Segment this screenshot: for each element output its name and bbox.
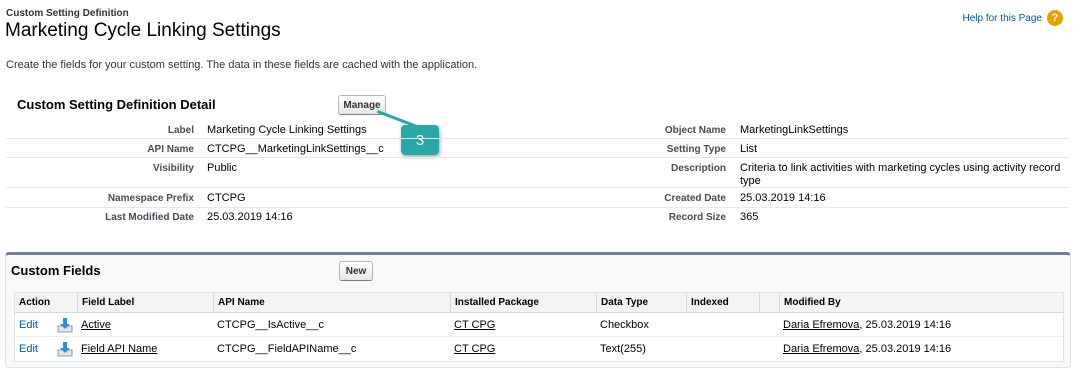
modified-by-cell: Daria Efremova, 25.03.2019 14:16	[779, 337, 951, 361]
new-field-button[interactable]: New	[339, 261, 373, 281]
column-header-modified-by: Modified By	[779, 293, 1063, 313]
detail-label: API Name	[147, 144, 194, 155]
modified-by-user-link[interactable]: Daria Efremova	[783, 343, 859, 355]
package-cell: CT CPG	[450, 337, 495, 361]
custom-fields-section: Custom Fields New Action Field Label API…	[5, 252, 1071, 368]
field-label-link[interactable]: Active	[81, 319, 111, 331]
field-label-cell: Field API Name	[77, 337, 157, 361]
column-header-field-label: Field Label	[77, 293, 213, 313]
column-header-indexed: Indexed	[686, 293, 759, 313]
data-type-cell: Checkbox	[600, 319, 649, 331]
edit-link[interactable]: Edit	[19, 319, 38, 331]
breadcrumb: Custom Setting Definition	[6, 8, 129, 19]
column-header-installed-package: Installed Package	[450, 293, 596, 313]
indexed-cell	[686, 313, 690, 337]
data-type-cell: Text(255)	[600, 343, 646, 355]
detail-row: API Name CTCPG__MarketingLinkSettings__c…	[6, 139, 1069, 158]
help-link-container[interactable]: Help for this Page ?	[963, 10, 1063, 26]
detail-value: CTCPG	[207, 192, 246, 204]
modified-date: , 25.03.2019 14:16	[859, 319, 952, 331]
detail-row: Visibility Public Description Criteria t…	[6, 158, 1069, 188]
action-cell: Edit	[15, 337, 38, 361]
detail-label: Object Name	[664, 125, 726, 136]
detail-value: Marketing Cycle Linking Settings	[207, 124, 367, 136]
detail-value: 25.03.2019 14:16	[740, 192, 826, 204]
detail-label: Last Modified Date	[105, 212, 194, 223]
edit-link[interactable]: Edit	[19, 343, 38, 355]
custom-fields-title: Custom Fields	[11, 263, 101, 278]
detail-value: MarketingLinkSettings	[740, 124, 849, 136]
package-link[interactable]: CT CPG	[454, 343, 495, 355]
detail-label: Setting Type	[666, 144, 726, 155]
detail-label: Visibility	[153, 163, 194, 174]
help-icon[interactable]: ?	[1047, 10, 1063, 26]
column-header-action: Action	[19, 297, 51, 308]
detail-row: Last Modified Date 25.03.2019 14:16 Reco…	[6, 208, 1069, 228]
detail-label: Record Size	[668, 212, 726, 223]
table-row: Edit Active CTCPG__IsActive__c CT CPG Ch…	[15, 313, 1063, 337]
detail-label: Label	[167, 125, 194, 136]
detail-value: CTCPG__MarketingLinkSettings__c	[207, 143, 384, 155]
managed-package-icon	[57, 318, 73, 333]
package-link[interactable]: CT CPG	[454, 319, 495, 331]
managed-package-icon	[57, 342, 73, 357]
help-link[interactable]: Help for this Page	[963, 13, 1043, 24]
field-label-link[interactable]: Field API Name	[81, 343, 157, 355]
modified-by-cell: Daria Efremova, 25.03.2019 14:16	[779, 313, 951, 337]
intro-text: Create the fields for your custom settin…	[6, 59, 478, 71]
detail-label: Namespace Prefix	[107, 193, 194, 204]
table-header: Action Field Label API Name Installed Pa…	[15, 293, 1063, 313]
detail-row: Namespace Prefix CTCPG Created Date 25.0…	[6, 188, 1069, 208]
detail-value: Public	[207, 162, 237, 174]
detail-label: Created Date	[664, 193, 726, 204]
action-cell: Edit	[15, 313, 38, 337]
detail-row: Label Marketing Cycle Linking Settings O…	[6, 120, 1069, 139]
modified-date: , 25.03.2019 14:16	[859, 343, 952, 355]
page-title: Marketing Cycle Linking Settings	[5, 20, 281, 41]
column-header-api-name: API Name	[213, 293, 450, 313]
detail-value: Criteria to link activities with marketi…	[740, 162, 1061, 187]
detail-label: Description	[670, 163, 726, 174]
api-name-cell: CTCPG__FieldAPIName__c	[217, 343, 357, 355]
modified-by-user-link[interactable]: Daria Efremova	[783, 319, 859, 331]
table-row: Edit Field API Name CTCPG__FieldAPIName_…	[15, 337, 1063, 361]
detail-value: List	[740, 143, 758, 155]
indexed-cell	[686, 337, 690, 361]
detail-section-title: Custom Setting Definition Detail	[17, 97, 216, 112]
column-header-spacer	[759, 293, 779, 313]
package-cell: CT CPG	[450, 313, 495, 337]
detail-value: 365	[740, 211, 759, 223]
api-name-cell: CTCPG__IsActive__c	[217, 319, 324, 331]
column-header-data-type: Data Type	[596, 293, 686, 313]
custom-fields-table: Action Field Label API Name Installed Pa…	[14, 292, 1064, 362]
detail-value: 25.03.2019 14:16	[207, 211, 293, 223]
field-label-cell: Active	[77, 313, 111, 337]
